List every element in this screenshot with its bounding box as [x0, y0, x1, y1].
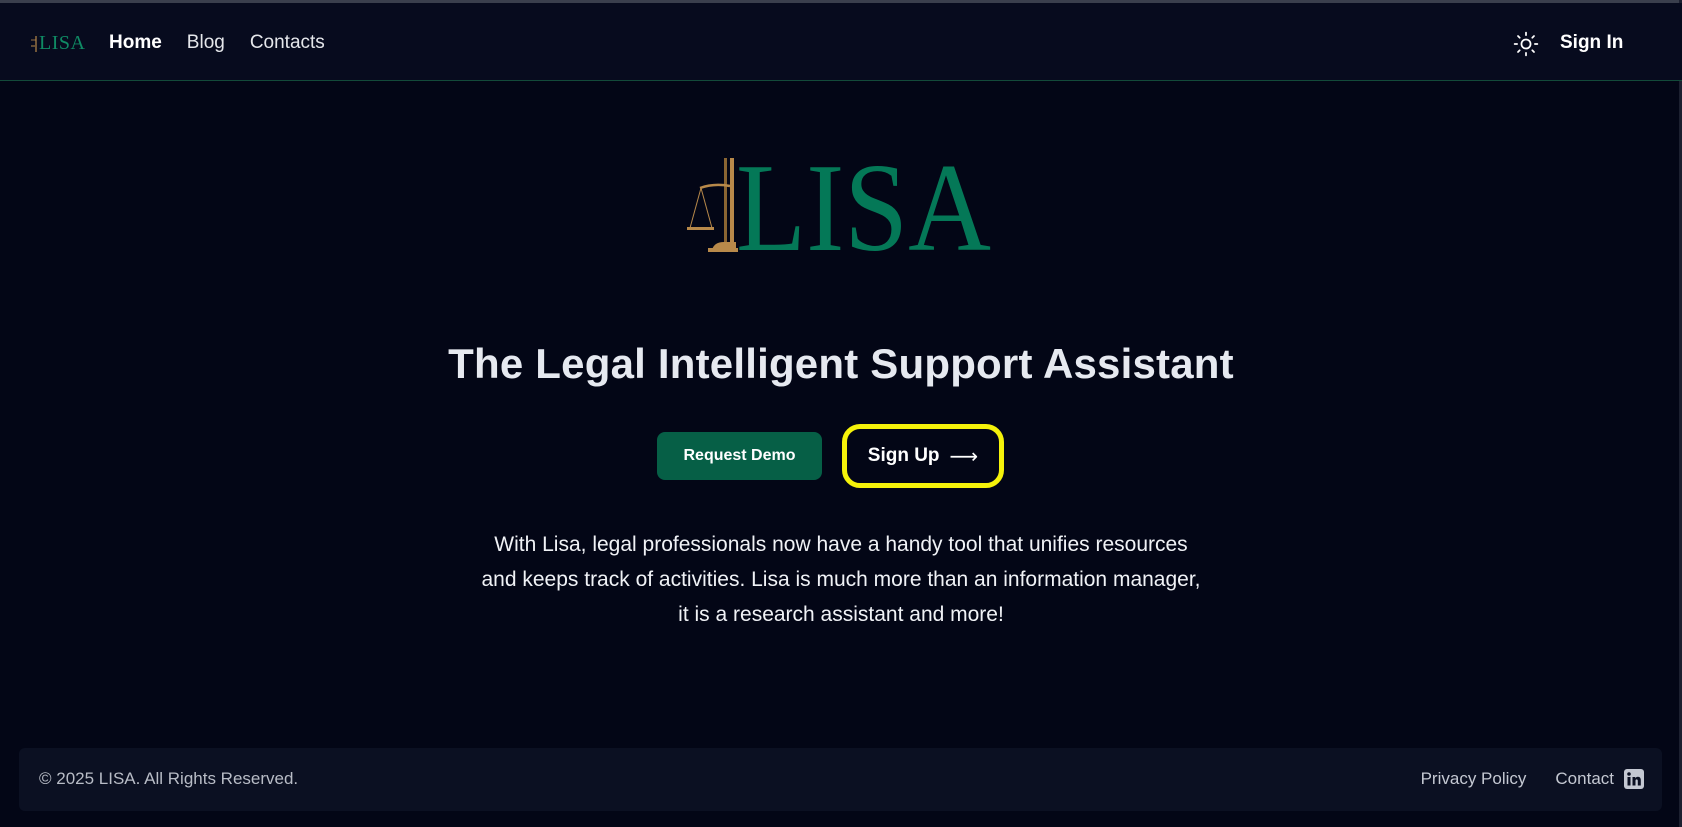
- footer-link-privacy-policy[interactable]: Privacy Policy: [1421, 768, 1527, 790]
- hero-title: The Legal Intelligent Support Assistant: [448, 340, 1234, 387]
- theme-toggle-button[interactable]: [1512, 30, 1540, 58]
- signup-button-label: Sign Up: [867, 445, 940, 466]
- nav-item-blog[interactable]: Blog: [187, 31, 225, 55]
- copyright-text: © 2025 LISA. All Rights Reserved.: [39, 769, 299, 788]
- brand-text: LISA: [39, 32, 86, 54]
- brand-logo[interactable]: LISA: [30, 31, 85, 53]
- nav-item-contacts[interactable]: Contacts: [250, 31, 325, 55]
- site-footer: © 2025 LISA. All Rights Reserved. Privac…: [19, 748, 1662, 811]
- request-demo-button[interactable]: Request Demo: [657, 432, 822, 480]
- nav-item-home[interactable]: Home: [109, 31, 162, 55]
- signup-button[interactable]: Sign Up ⟶: [842, 424, 1004, 488]
- scales-icon: [687, 158, 738, 252]
- hero-logo: LISA: [687, 156, 991, 260]
- main-nav: Home Blog Contacts: [109, 31, 325, 55]
- footer-link-contact[interactable]: Contact: [1555, 768, 1614, 790]
- cta-row: Request Demo Sign Up ⟶: [0, 424, 1682, 488]
- scales-icon: [31, 36, 37, 52]
- sun-icon: [1513, 31, 1539, 57]
- linkedin-icon[interactable]: [1624, 769, 1644, 789]
- hero-logo-text: LISA: [736, 156, 991, 260]
- hero-description: With Lisa, legal professionals now have …: [481, 533, 1201, 626]
- signin-button[interactable]: Sign In: [1560, 31, 1623, 55]
- arrow-right-icon: ⟶: [949, 445, 979, 468]
- site-header: LISA Home Blog Contacts Sign In: [0, 3, 1682, 81]
- footer-links: Privacy Policy Contact: [1421, 768, 1614, 790]
